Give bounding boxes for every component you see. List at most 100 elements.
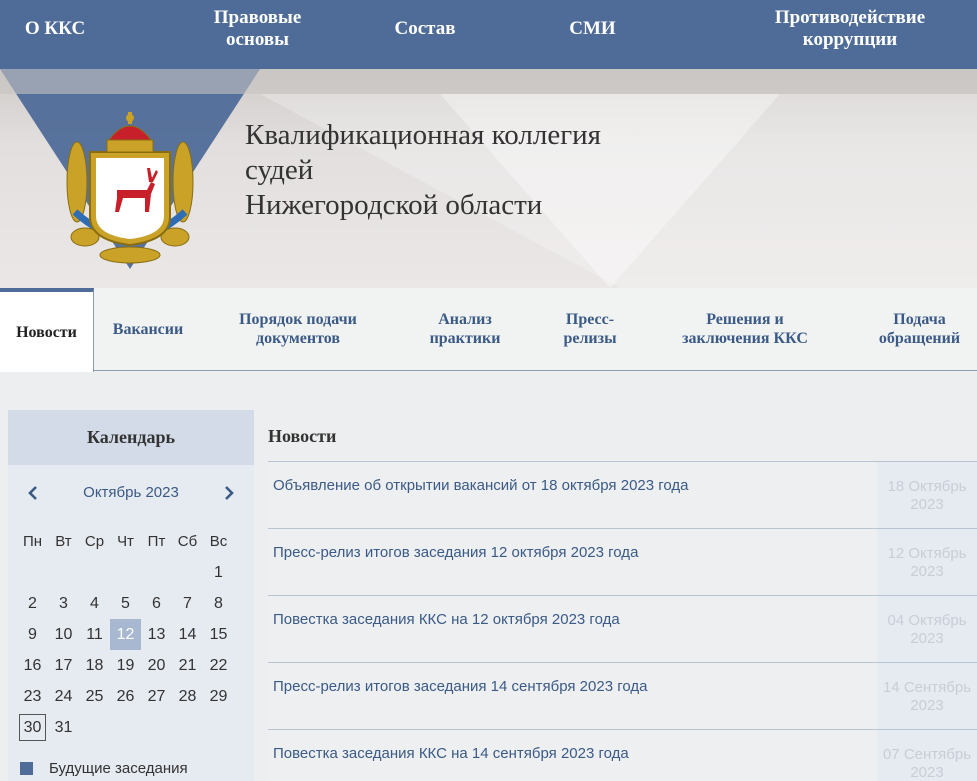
calendar-day[interactable]: 11 (79, 619, 110, 650)
calendar-day[interactable]: 24 (48, 681, 79, 712)
calendar-weekday: Вс (209, 533, 228, 550)
site-title-line: Квалификационная коллегия (245, 119, 601, 151)
calendar-day[interactable]: 3 (48, 588, 79, 619)
calendar-day[interactable]: 30 (17, 712, 48, 743)
calendar-day[interactable]: 13 (141, 619, 172, 650)
calendar-day[interactable]: 10 (48, 619, 79, 650)
tab-appeals[interactable]: Подача обращений (862, 288, 977, 370)
calendar-day[interactable]: 2 (17, 588, 48, 619)
tab-vacancies[interactable]: Вакансии (100, 288, 196, 370)
calendar-title: Календарь (8, 410, 254, 465)
calendar-day[interactable]: 17 (48, 650, 79, 681)
calendar-day[interactable]: 1 (203, 557, 234, 588)
news-date-year: 2023 (910, 764, 944, 781)
calendar-day[interactable]: 21 (172, 650, 203, 681)
tab-decisions[interactable]: Решения и заключения ККС (660, 288, 830, 370)
calendar-day[interactable]: 5 (110, 588, 141, 619)
nav-item-anti-corruption[interactable]: Противодействие коррупции (745, 0, 955, 58)
calendar-day[interactable]: 28 (172, 681, 203, 712)
tab-label: Подача (893, 311, 946, 328)
calendar-day[interactable]: 15 (203, 619, 234, 650)
news-item-link[interactable]: Объявление об открытии вакансий от 18 ок… (273, 477, 863, 495)
calendar-weekday: Ср (84, 533, 105, 550)
calendar-empty-cell (172, 557, 203, 588)
calendar-day[interactable]: 27 (141, 681, 172, 712)
calendar-day[interactable]: 4 (79, 588, 110, 619)
calendar-month-label: Октябрь 2023 (83, 484, 179, 501)
calendar-widget: Календарь Октябрь 2023 Пн Вт Ср Чт Пт Сб Вс 12… (8, 410, 254, 781)
news-item[interactable]: Пресс-релиз итогов заседания 14 сентября… (268, 662, 977, 729)
news-item[interactable]: Объявление об открытии вакансий от 18 ок… (268, 461, 977, 528)
calendar-day[interactable]: 23 (17, 681, 48, 712)
calendar-empty-cell (141, 712, 172, 743)
calendar-day[interactable]: 22 (203, 650, 234, 681)
calendar-empty-cell (110, 712, 141, 743)
calendar-day[interactable]: 26 (110, 681, 141, 712)
site-title-line: судей (245, 154, 314, 186)
news-date-year: 2023 (910, 697, 944, 714)
news-section-title: Новости (268, 426, 337, 446)
calendar-empty-cell (141, 557, 172, 588)
news-list: Объявление об открытии вакансий от 18 ок… (268, 461, 977, 781)
calendar-week-row: 2345678 (17, 588, 249, 619)
calendar-week-row: 1 (17, 557, 249, 588)
calendar-weekday: Пт (147, 533, 166, 550)
calendar-week-row: 30 31 (17, 712, 249, 743)
tab-press-releases[interactable]: Пресс-релизы (540, 288, 640, 370)
nav-item-members[interactable]: Состав (370, 0, 480, 58)
tab-label: обращений (878, 330, 961, 347)
legend-label: Будущие заседания (49, 760, 188, 777)
calendar-day[interactable]: 12 (110, 619, 141, 650)
calendar-week-row: 23 24 25 26 27 28 29 (17, 681, 249, 712)
calendar-day[interactable]: 20 (141, 650, 172, 681)
news-date-day: 04 Октябрь (887, 612, 967, 629)
tab-label: Порядок подачи (239, 311, 357, 328)
tab-document-submission[interactable]: Порядок подачи документов (218, 288, 378, 370)
calendar-day[interactable]: 19 (110, 650, 141, 681)
calendar-day[interactable]: 14 (172, 619, 203, 650)
tab-label: релизы (563, 330, 617, 347)
calendar-day[interactable]: 16 (17, 650, 48, 681)
news-item-date: 14 Сентябрь 2023 (877, 663, 977, 729)
calendar-day[interactable]: 31 (48, 712, 79, 743)
news-item-date: 07 Сентябрь 2023 (877, 730, 977, 781)
news-item-link[interactable]: Повестка заседания ККС на 14 сентября 20… (273, 745, 863, 763)
calendar-empty-cell (79, 557, 110, 588)
news-item-date: 04 Октябрь 2023 (877, 596, 977, 662)
tab-news[interactable]: Новости (0, 288, 94, 372)
news-date-day: 18 Октябрь (887, 478, 967, 495)
news-item-link[interactable]: Пресс-релиз итогов заседания 14 сентября… (273, 678, 863, 696)
calendar-weekday: Чт (117, 533, 134, 550)
calendar-day[interactable]: 7 (172, 588, 203, 619)
calendar-day[interactable]: 8 (203, 588, 234, 619)
news-date-day: 12 Октябрь (887, 545, 967, 562)
tab-label: Новости (16, 323, 77, 341)
news-item[interactable]: Повестка заседания ККС на 12 октября 202… (268, 595, 977, 662)
news-item[interactable]: Повестка заседания ККС на 14 сентября 20… (268, 729, 977, 781)
calendar-day[interactable]: 6 (141, 588, 172, 619)
nav-item-label: Противодействие (774, 7, 926, 28)
calendar-weekday: Вт (55, 533, 72, 550)
news-item-link[interactable]: Пресс-релиз итогов заседания 12 октября … (273, 544, 863, 562)
news-item-link[interactable]: Повестка заседания ККС на 12 октября 202… (273, 611, 863, 629)
nav-item-media[interactable]: СМИ (545, 0, 640, 58)
tab-label: Пресс- (565, 311, 615, 328)
calendar-day[interactable]: 29 (203, 681, 234, 712)
calendar-day[interactable]: 18 (79, 650, 110, 681)
calendar-empty-cell (172, 712, 203, 743)
news-item-date: 18 Октябрь 2023 (877, 462, 977, 528)
calendar-empty-cell (79, 712, 110, 743)
calendar-day[interactable]: 25 (79, 681, 110, 712)
header-banner: Квалификационная коллегия судей Нижегоро… (0, 69, 977, 288)
calendar-empty-cell (48, 557, 79, 588)
nav-item-label: Состав (394, 18, 456, 39)
tab-practice-analysis[interactable]: Анализ практики (410, 288, 520, 370)
chevron-right-icon (225, 486, 234, 500)
nav-item-about[interactable]: О ККС (0, 0, 110, 58)
calendar-next-month-button[interactable] (218, 482, 240, 504)
news-item[interactable]: Пресс-релиз итогов заседания 12 октября … (268, 528, 977, 595)
nav-item-legal-basis[interactable]: Правовые основы (190, 0, 325, 58)
chevron-left-icon (28, 486, 37, 500)
calendar-prev-month-button[interactable] (22, 482, 44, 504)
calendar-day[interactable]: 9 (17, 619, 48, 650)
